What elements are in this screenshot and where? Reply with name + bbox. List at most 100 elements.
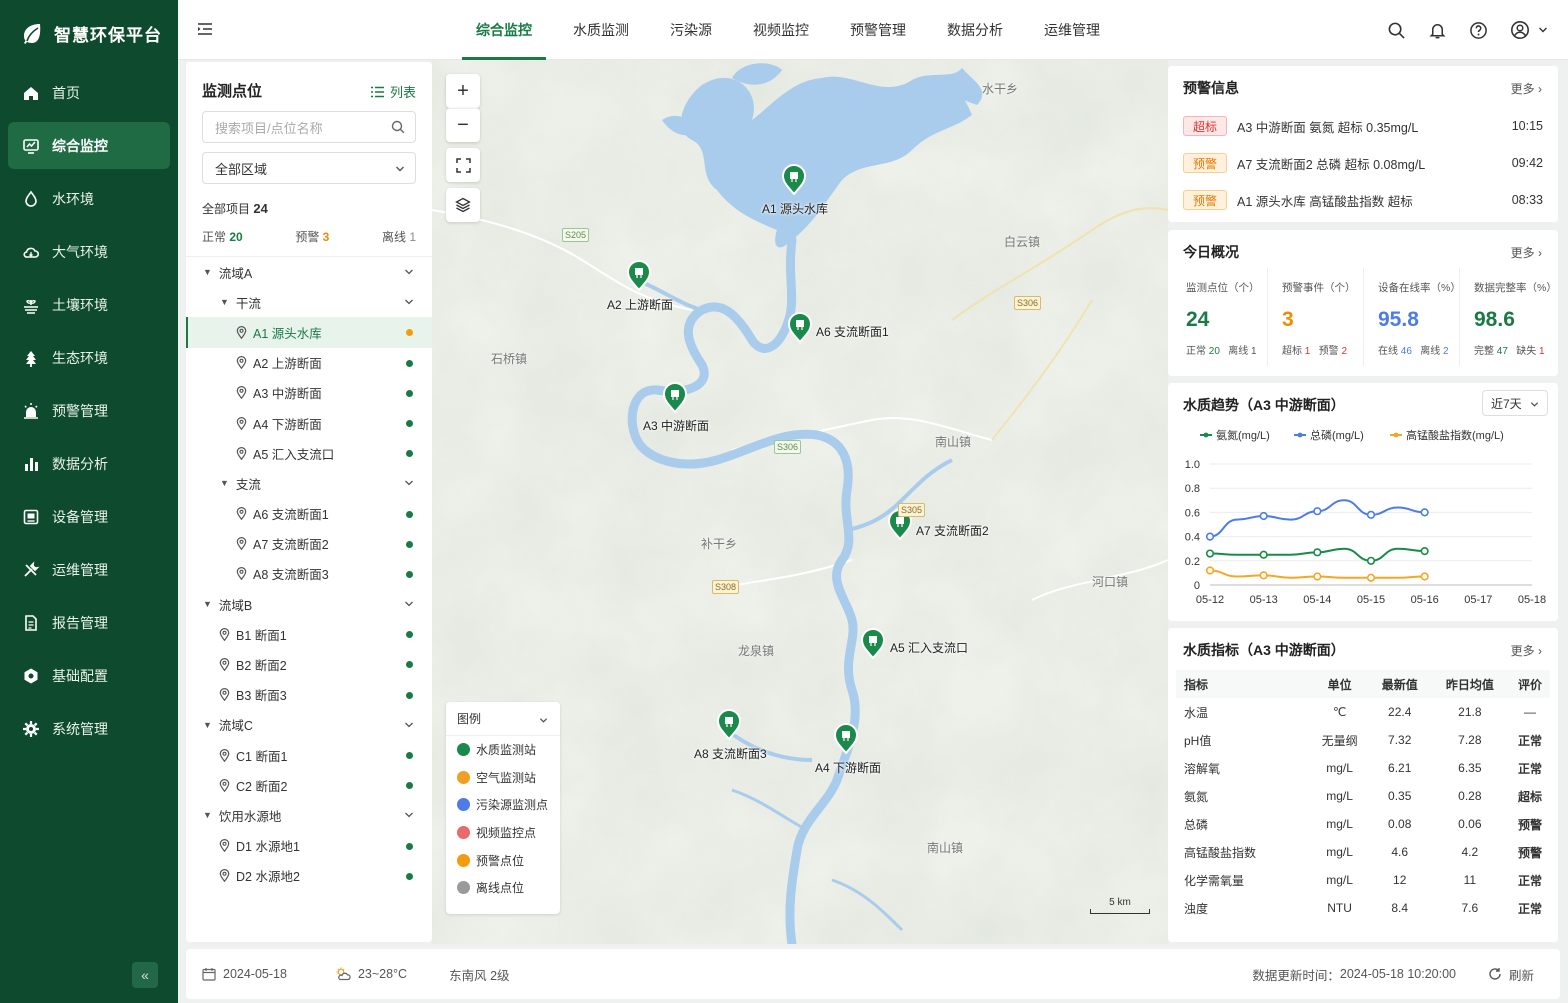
- tab-7[interactable]: 运维管理: [1030, 0, 1114, 60]
- notification-button[interactable]: [1428, 21, 1447, 40]
- tab-4[interactable]: 视频监控: [739, 0, 823, 60]
- layers-button[interactable]: [446, 188, 480, 222]
- tree-point[interactable]: A8 支流断面3: [186, 559, 432, 589]
- nav-item-8[interactable]: 数据分析: [8, 440, 170, 487]
- alert-item[interactable]: 超标 A3 中游断面 氨氮 超标 0.35mg/L 10:15: [1183, 112, 1543, 140]
- zoom-out-button[interactable]: −: [446, 108, 480, 142]
- tree-group[interactable]: ▼ 流域A: [186, 257, 432, 287]
- status-dot: [406, 419, 413, 427]
- table-row[interactable]: 水温 ℃ 22.4 21.8 —: [1176, 698, 1550, 726]
- tree-group[interactable]: ▼ 饮用水源地: [186, 800, 432, 830]
- location-pin-icon: [236, 416, 247, 430]
- tree-point[interactable]: D1 水源地1: [186, 831, 432, 861]
- user-menu-button[interactable]: [1510, 20, 1548, 40]
- total-label: 全部项目: [202, 202, 251, 216]
- zoom-in-button[interactable]: +: [446, 74, 480, 108]
- nav-item-7[interactable]: 预警管理: [8, 387, 170, 434]
- caret-down-icon: ▼: [203, 267, 212, 278]
- table-row[interactable]: 浊度 NTU 8.4 7.6 正常: [1176, 894, 1550, 922]
- menu-fold-icon: [198, 23, 212, 35]
- more-label: 更多: [1510, 246, 1535, 260]
- table-row[interactable]: 总磷 mg/L 0.08 0.06 预警: [1176, 810, 1550, 838]
- region-select[interactable]: 全部区域: [202, 152, 416, 184]
- tree-point[interactable]: B1 断面1: [186, 619, 432, 649]
- tree-point[interactable]: C2 断面2: [186, 770, 432, 800]
- nav-item-label: 首页: [52, 84, 80, 101]
- nav-item-3[interactable]: 水环境: [8, 175, 170, 222]
- nav-item-9[interactable]: 设备管理: [8, 493, 170, 540]
- tree-point[interactable]: A5 汇入支流口: [186, 438, 432, 468]
- legend-label: 空气监测站: [476, 770, 537, 785]
- tree-point[interactable]: A7 支流断面2: [186, 529, 432, 559]
- tree-point[interactable]: A4 下游断面: [186, 408, 432, 438]
- nav-item-10[interactable]: 运维管理: [8, 546, 170, 593]
- table-cell-avg: 7.6: [1461, 901, 1479, 915]
- tree-group[interactable]: ▼ 流域B: [186, 589, 432, 619]
- tree-point[interactable]: C1 断面1: [186, 740, 432, 770]
- quality-more-link[interactable]: 更多 ›: [1511, 642, 1542, 659]
- table-row[interactable]: pH值 无量纲 7.32 7.28 正常: [1176, 726, 1550, 754]
- marker-label-a8[interactable]: A8 支流断面3: [694, 745, 767, 762]
- alert-item[interactable]: 预警 A7 支流断面2 总磷 超标 0.08mg/L 09:42: [1183, 149, 1543, 177]
- marker-label-a2[interactable]: A2 上游断面: [607, 296, 673, 313]
- collapse-nav-button[interactable]: «: [132, 962, 158, 988]
- table-row[interactable]: 氨氮 mg/L 0.35 0.28 超标: [1176, 782, 1550, 810]
- marker-label-a7[interactable]: A7 支流断面2: [916, 522, 989, 539]
- menu-toggle-button[interactable]: [196, 20, 214, 41]
- tree-point[interactable]: B2 断面2: [186, 649, 432, 679]
- nav-item-2[interactable]: 综合监控: [8, 122, 170, 169]
- tree-subgroup[interactable]: ▼ 干流: [186, 287, 432, 317]
- marker-label-a1[interactable]: A1 源头水库: [762, 200, 828, 217]
- search-button[interactable]: [1387, 21, 1406, 40]
- nav-item-1[interactable]: 首页: [8, 69, 170, 116]
- tree-point[interactable]: A3 中游断面: [186, 378, 432, 408]
- table-row[interactable]: 化学需氧量 mg/L 12 11 正常: [1176, 866, 1550, 894]
- search-input[interactable]: 搜索项目/点位名称: [202, 111, 416, 143]
- tree-subgroup[interactable]: ▼ 支流: [186, 468, 432, 498]
- tree-point[interactable]: A6 支流断面1: [186, 499, 432, 529]
- tree-point[interactable]: A1 源头水库: [186, 317, 432, 348]
- alert-item[interactable]: 预警 A1 源头水库 高锰酸盐指数 超标 08:33: [1183, 186, 1543, 214]
- nav-item-13[interactable]: 系统管理: [8, 705, 170, 752]
- place-label: 南山镇: [927, 841, 964, 855]
- nav-item-6[interactable]: 生态环境: [8, 334, 170, 381]
- tab-5[interactable]: 预警管理: [836, 0, 920, 60]
- location-pin-icon: [236, 507, 247, 521]
- overview-label: 设备在线率（%）: [1378, 282, 1461, 294]
- tree-point[interactable]: D2 水源地2: [186, 861, 432, 891]
- tab-3[interactable]: 污染源: [656, 0, 726, 60]
- marker-label-a6[interactable]: A6 支流断面1: [816, 323, 889, 340]
- warn-label: 预警: [295, 230, 320, 244]
- tab-2[interactable]: 水质监测: [559, 0, 643, 60]
- list-view-button[interactable]: 列表: [370, 82, 416, 101]
- marker-label-a5[interactable]: A5 汇入支流口: [890, 639, 968, 656]
- tree-point[interactable]: A2 上游断面: [186, 348, 432, 378]
- fullscreen-button[interactable]: [446, 148, 480, 182]
- caret-down-icon: ▼: [203, 810, 212, 821]
- tab-6[interactable]: 数据分析: [933, 0, 1017, 60]
- nav-item-5[interactable]: 土壤环境: [8, 281, 170, 328]
- tab-1[interactable]: 综合监控: [462, 0, 546, 60]
- overview-more-link[interactable]: 更多 ›: [1511, 244, 1542, 261]
- table-cell-name: 氨氮: [1184, 789, 1209, 804]
- legend-header[interactable]: 图例: [446, 702, 560, 736]
- nav-item-4[interactable]: 大气环境: [8, 228, 170, 275]
- overview-cell: 预警事件（个） 3 超标 1 预警 2: [1268, 268, 1364, 366]
- marker-label-a4[interactable]: A4 下游断面: [815, 759, 881, 776]
- status-dot: [406, 389, 413, 397]
- tree-point[interactable]: B3 断面3: [186, 680, 432, 710]
- marker-label-a3[interactable]: A3 中游断面: [643, 417, 709, 434]
- alerts-more-link[interactable]: 更多 ›: [1511, 80, 1542, 97]
- legend-item: 污染源监测点: [446, 791, 560, 819]
- table-row[interactable]: 高锰酸盐指数 mg/L 4.6 4.2 预警: [1176, 838, 1550, 866]
- help-button[interactable]: [1469, 21, 1488, 40]
- nav-item-11[interactable]: 报告管理: [8, 599, 170, 646]
- nav-item-12[interactable]: 基础配置: [8, 652, 170, 699]
- tree-group[interactable]: ▼ 流域C: [186, 710, 432, 740]
- road-label: S306: [1014, 296, 1042, 310]
- refresh-button[interactable]: 刷新: [1488, 965, 1534, 984]
- search-placeholder: 搜索项目/点位名称: [215, 120, 323, 136]
- table-row[interactable]: 溶解氧 mg/L 6.21 6.35 正常: [1176, 754, 1550, 782]
- sub-value: 1: [1539, 346, 1545, 357]
- overview-value: 98.6: [1474, 308, 1515, 331]
